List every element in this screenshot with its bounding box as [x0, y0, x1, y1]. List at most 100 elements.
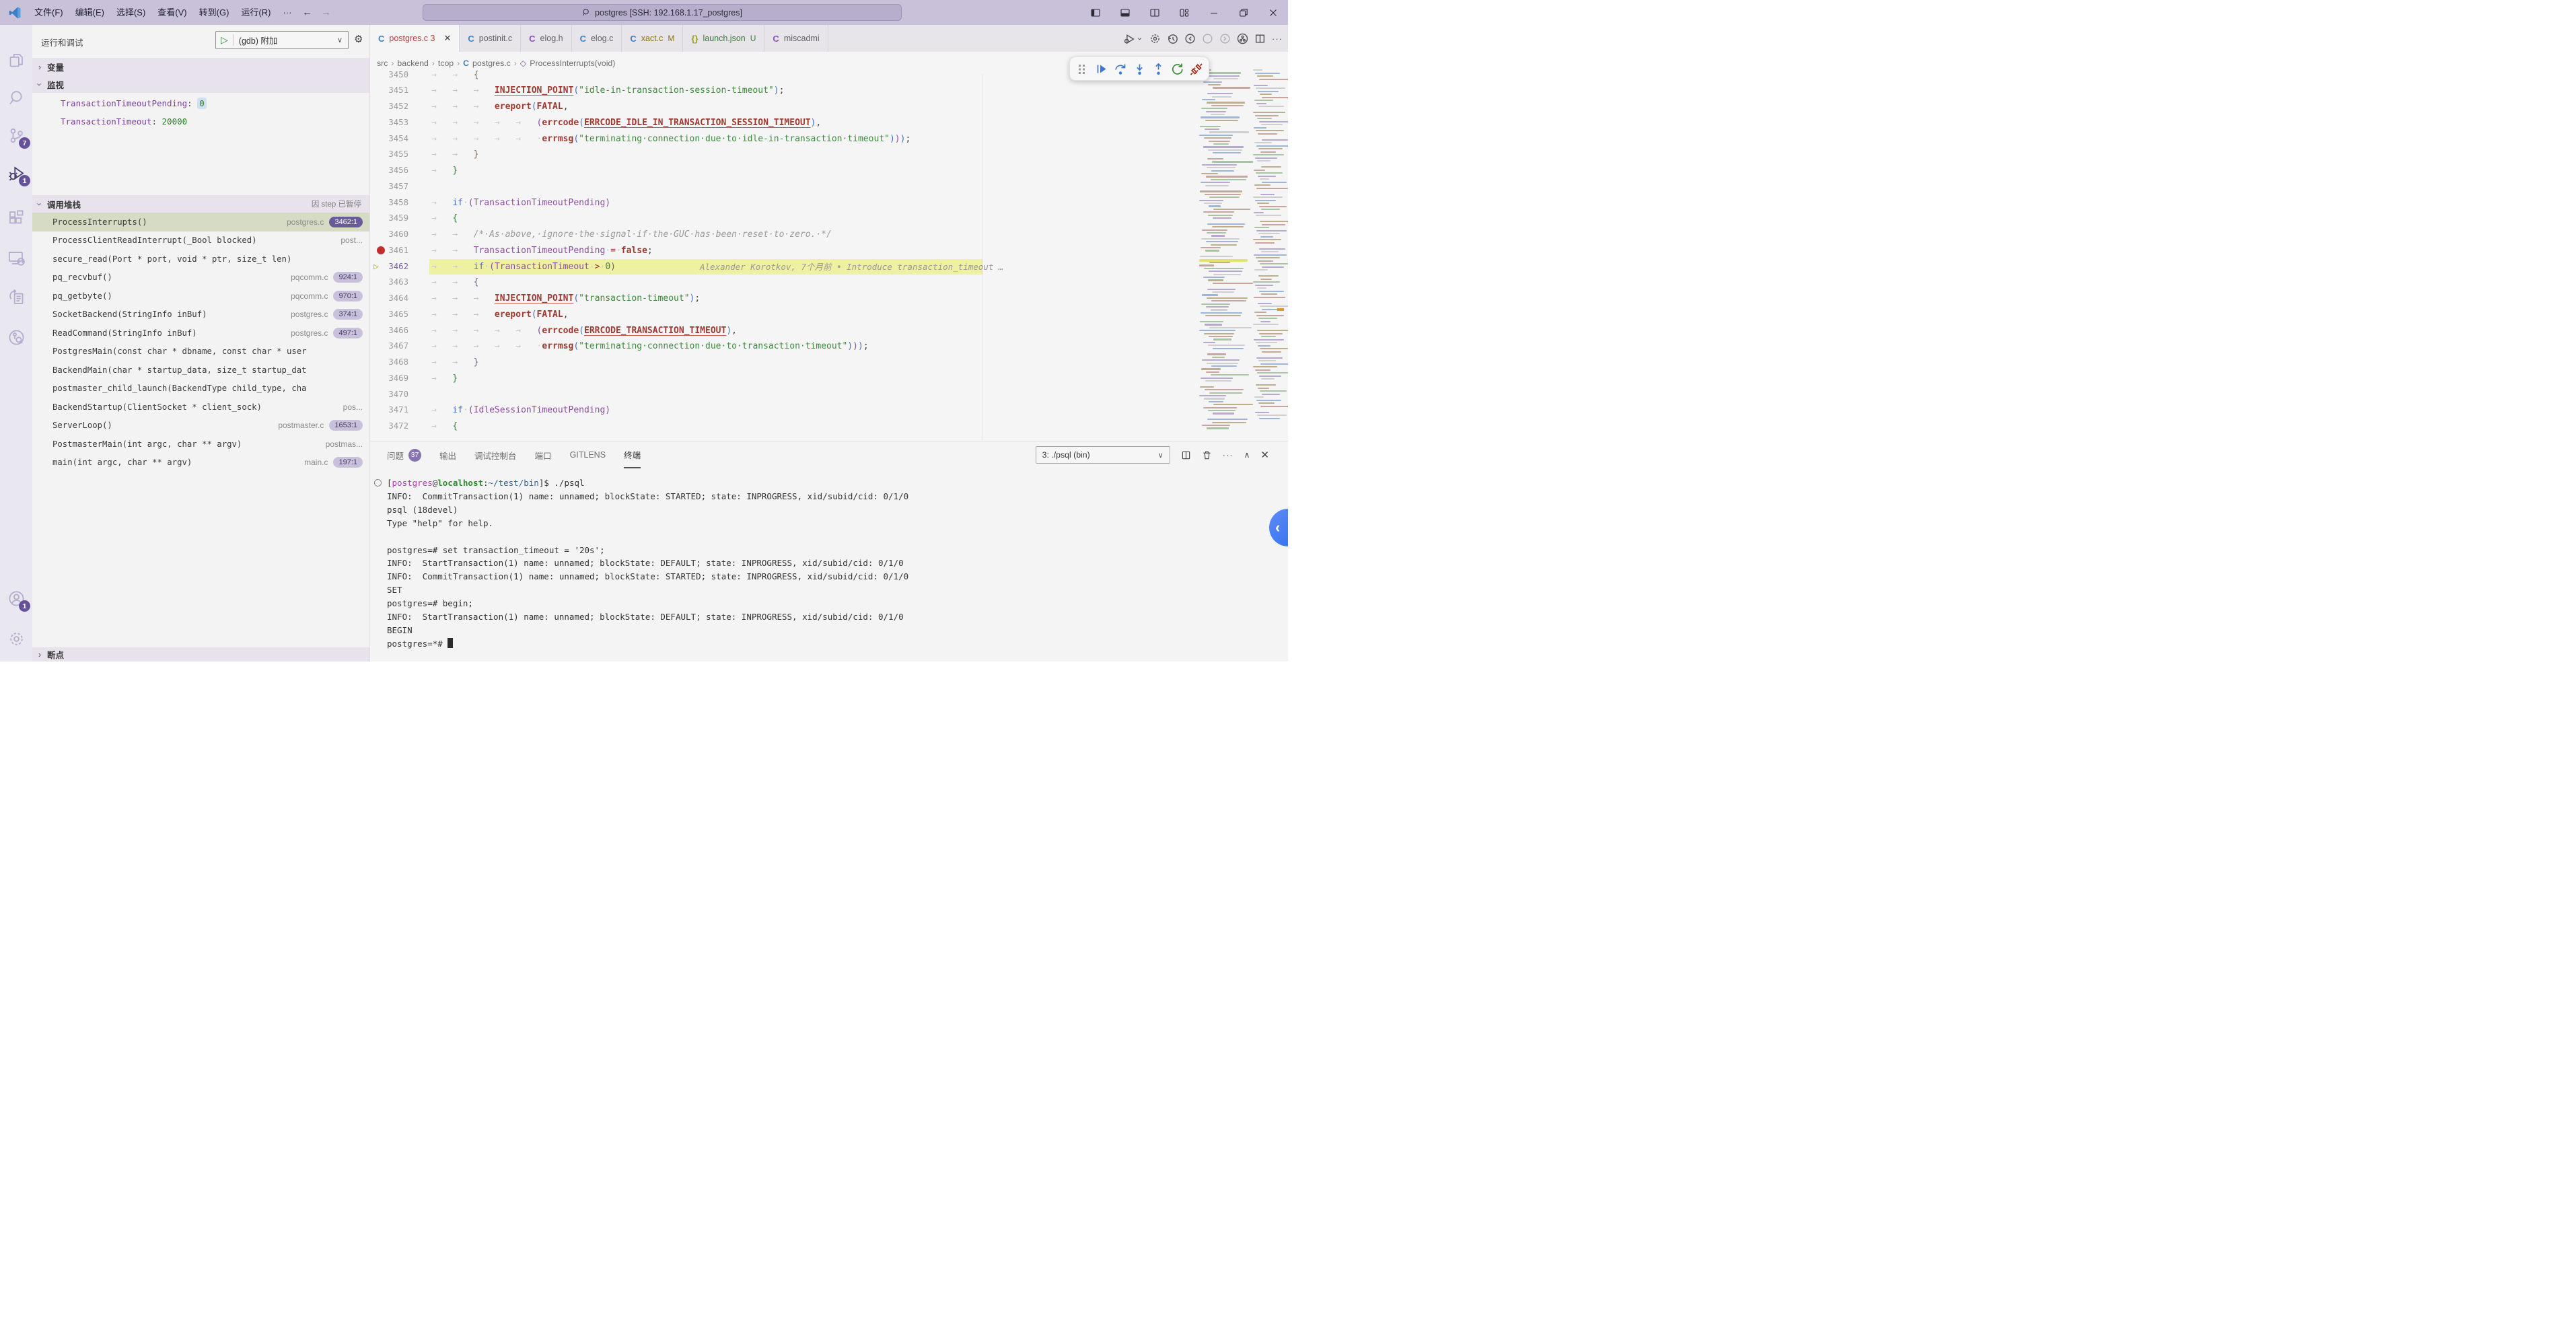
stack-frame[interactable]: ProcessInterrupts()postgres.c3462:1: [32, 213, 369, 231]
code-line[interactable]: 3462▷→ → if·(TransactionTimeout·>·0)Alex…: [370, 259, 1288, 275]
close-icon[interactable]: ✕: [1260, 449, 1269, 461]
gear-button[interactable]: [1149, 33, 1161, 44]
stack-frame[interactable]: postmaster_child_launch(BackendType chil…: [32, 380, 369, 398]
step-into-button[interactable]: [1133, 63, 1146, 75]
menu-item-f[interactable]: 文件(F): [28, 0, 69, 25]
tab-elog.h[interactable]: Celog.h: [521, 25, 571, 52]
code-line[interactable]: 3465→ → → ereport(FATAL,: [370, 307, 1288, 323]
menu-item-s[interactable]: 选择(S): [110, 0, 151, 25]
section-watch[interactable]: › 监视: [32, 75, 369, 93]
menu-item-[interactable]: ···: [277, 0, 297, 25]
activity-item-source-control[interactable]: 7: [0, 119, 32, 151]
code-line[interactable]: 3467→ → → → → ·errmsg("terminating·conne…: [370, 338, 1288, 355]
git-graph-button[interactable]: [1237, 33, 1248, 44]
tab-postinit.c[interactable]: Cpostinit.c: [460, 25, 521, 52]
disconnect-button[interactable]: [1190, 63, 1203, 75]
window-button-minimize-icon[interactable]: [1199, 0, 1229, 25]
terminal-selector[interactable]: 3: ./psql (bin) ∨: [1036, 446, 1170, 464]
nav-back-arrow[interactable]: ←: [297, 7, 316, 18]
drag-handle-button[interactable]: [1076, 63, 1089, 75]
panel-tab-端口[interactable]: 端口: [535, 441, 552, 468]
stack-frame[interactable]: ProcessClientReadInterrupt(_Bool blocked…: [32, 231, 369, 250]
section-call-stack[interactable]: › 调用堆栈 因 step 已暂停: [32, 195, 369, 213]
stack-frame[interactable]: ReadCommand(StringInfo inBuf)postgres.c4…: [32, 324, 369, 343]
code-line[interactable]: 3468→ → }: [370, 355, 1288, 371]
stack-frame[interactable]: SocketBackend(StringInfo inBuf)postgres.…: [32, 306, 369, 324]
code-line[interactable]: 3460→ → /*·As·above,·ignore·the·signal·i…: [370, 227, 1288, 243]
activity-item-gitlens[interactable]: [0, 321, 32, 353]
code-line[interactable]: 3457: [370, 179, 1288, 195]
stack-frame[interactable]: pq_getbyte()pqcomm.c970:1: [32, 287, 369, 306]
panel-tab-gitlens[interactable]: GITLENS: [570, 441, 606, 468]
restart-button[interactable]: [1171, 63, 1184, 75]
activity-item-remote-explorer[interactable]: [0, 242, 32, 274]
command-decoration-icon[interactable]: [374, 479, 382, 487]
breadcrumb-item[interactable]: tcop: [438, 59, 454, 68]
window-button-panel-left-icon[interactable]: [1081, 0, 1110, 25]
panel-tab-终端[interactable]: 终端: [624, 441, 641, 468]
terminal-output[interactable]: [postgres@localhost:~/test/bin]$ ./psqlI…: [370, 471, 1288, 662]
nav-back-button[interactable]: [1184, 33, 1196, 44]
nav-circle-button[interactable]: [1202, 33, 1213, 44]
step-over-button[interactable]: [1114, 63, 1126, 75]
window-button-restore-icon[interactable]: [1229, 0, 1258, 25]
chevron-down-button[interactable]: [1136, 33, 1143, 44]
tab-launch.json[interactable]: {}launch.jsonU: [683, 25, 764, 52]
tab-miscadmi[interactable]: Cmiscadmi: [764, 25, 828, 52]
breadcrumb[interactable]: src›backend›tcop›Cpostgres.c›◇ProcessInt…: [377, 52, 615, 74]
code-line[interactable]: 3472→ {: [370, 419, 1288, 435]
code-line[interactable]: 3463→ → {: [370, 275, 1288, 291]
tab-xact.c[interactable]: Cxact.cM: [622, 25, 683, 52]
debug-config-dropdown[interactable]: ▷ (gdb) 附加 ∨: [215, 31, 349, 49]
code-line[interactable]: 3466→ → → → → (errcode(ERRCODE_TRANSACTI…: [370, 323, 1288, 339]
activity-item-files[interactable]: [0, 44, 32, 76]
menu-item-g[interactable]: 转到(G): [193, 0, 236, 25]
stack-frame[interactable]: BackendMain(char * startup_data, size_t …: [32, 361, 369, 380]
code-line[interactable]: 3469→ }: [370, 371, 1288, 387]
tab-elog.c[interactable]: Celog.c: [572, 25, 622, 52]
section-breakpoints[interactable]: › 断点: [32, 647, 369, 662]
code-line[interactable]: 3459→ {: [370, 211, 1288, 227]
stack-frame[interactable]: PostmasterMain(int argc, char ** argv)po…: [32, 435, 369, 454]
code-line[interactable]: 3451→ → → INJECTION_POINT("idle-in-trans…: [370, 83, 1288, 99]
activity-item-settings-gear[interactable]: [0, 622, 32, 655]
nav-forward-arrow[interactable]: →: [316, 7, 335, 18]
menu-item-v[interactable]: 查看(V): [151, 0, 192, 25]
gear-icon[interactable]: ⚙: [354, 33, 363, 45]
more-actions-icon[interactable]: ···: [1272, 34, 1283, 44]
activity-item-debug[interactable]: 1: [0, 157, 32, 189]
tab-postgres.c[interactable]: Cpostgres.c 3✕: [370, 25, 460, 52]
code-line[interactable]: 3470: [370, 387, 1288, 403]
stack-frame[interactable]: main(int argc, char ** argv)main.c197:1: [32, 454, 369, 472]
minimap[interactable]: [1199, 69, 1288, 441]
activity-item-extensions[interactable]: [0, 201, 32, 234]
code-line[interactable]: 3471→ if·(IdleSessionTimeoutPending): [370, 402, 1288, 419]
code-line[interactable]: 3454→ → → → → ·errmsg("terminating·conne…: [370, 131, 1288, 147]
stack-frame[interactable]: secure_read(Port * port, void * ptr, siz…: [32, 250, 369, 269]
code-line[interactable]: 3456→ }: [370, 163, 1288, 179]
stack-frame[interactable]: PostgresMain(const char * dbname, const …: [32, 343, 369, 361]
window-button-panel-right-icon[interactable]: [1140, 0, 1170, 25]
activity-item-search[interactable]: [0, 81, 32, 114]
code-line[interactable]: 3452→ → → ereport(FATAL,: [370, 99, 1288, 115]
step-out-button[interactable]: [1152, 63, 1165, 75]
run-debug-button[interactable]: [1123, 33, 1135, 44]
watch-expression[interactable]: TransactionTimeoutPending: 0: [32, 94, 369, 112]
menu-item-e[interactable]: 编辑(E): [69, 0, 110, 25]
start-debug-icon[interactable]: ▷: [216, 34, 234, 46]
close-icon[interactable]: ✕: [443, 33, 451, 44]
split-editor-button[interactable]: [1254, 33, 1266, 44]
activity-item-account[interactable]: 1: [0, 582, 32, 614]
panel-tab-问题[interactable]: 问题37: [387, 441, 421, 468]
nav-forward-button[interactable]: [1219, 33, 1231, 44]
continue-button[interactable]: [1095, 63, 1108, 75]
window-button-layout-icon[interactable]: [1170, 0, 1199, 25]
code-line[interactable]: 3458→ if·(TransactionTimeoutPending): [370, 195, 1288, 211]
window-close-button[interactable]: [1258, 0, 1288, 25]
breadcrumb-item[interactable]: postgres.c: [472, 59, 511, 68]
activity-item-sync-docs[interactable]: [0, 281, 32, 313]
more-icon[interactable]: ···: [1223, 450, 1233, 460]
code-line[interactable]: 3453→ → → → → (errcode(ERRCODE_IDLE_IN_T…: [370, 115, 1288, 131]
section-variables[interactable]: › 变量: [32, 58, 369, 75]
menu-item-r[interactable]: 运行(R): [235, 0, 277, 25]
